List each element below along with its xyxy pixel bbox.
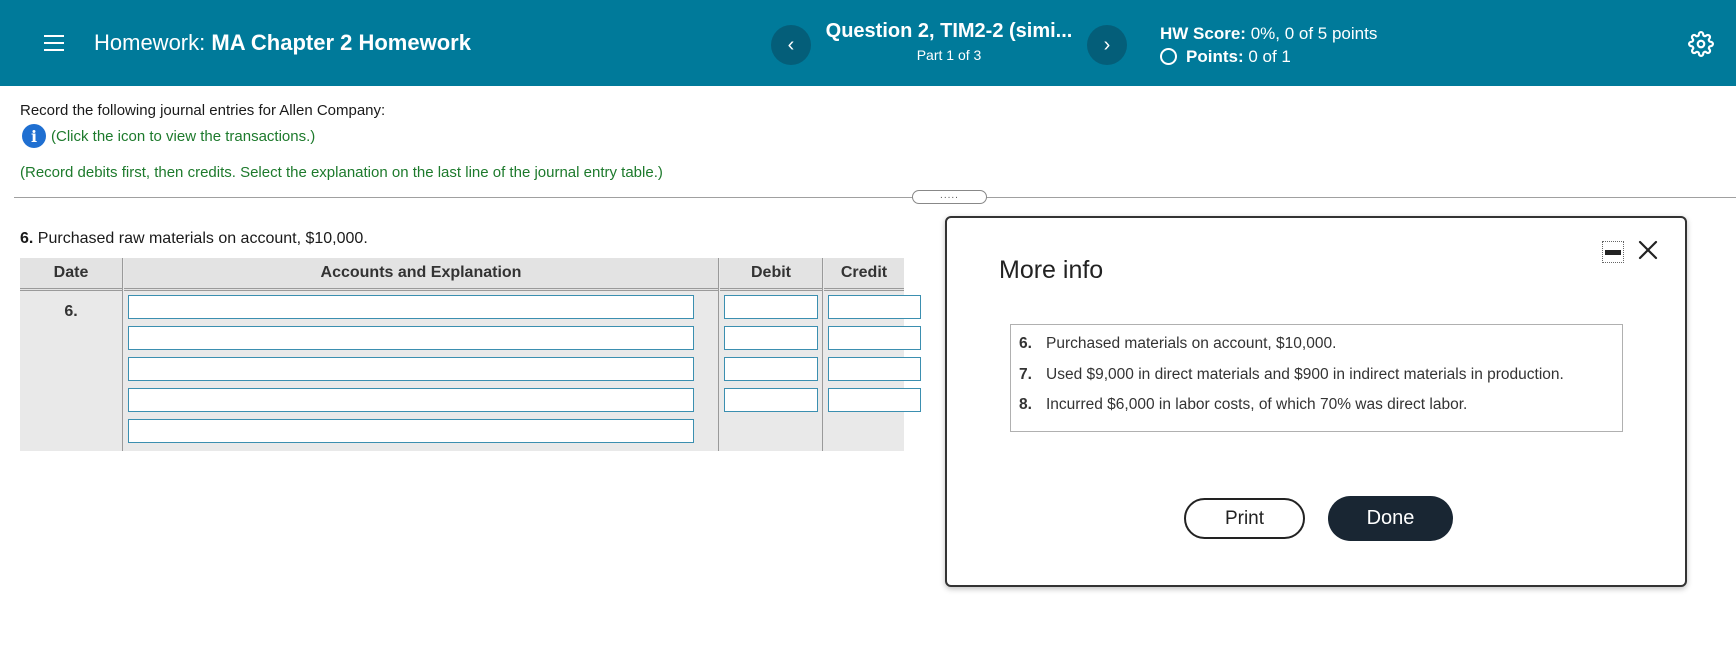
- date-column: Date 6.: [20, 258, 122, 451]
- score-panel: HW Score: 0%, 0 of 5 points Points: 0 of…: [1160, 22, 1377, 68]
- account-input-1[interactable]: [128, 295, 694, 319]
- info-link-row: i (Click the icon to view the transactio…: [22, 124, 315, 148]
- transaction-item: 7. Used $9,000 in direct materials and $9…: [1019, 366, 1564, 384]
- date-header: Date: [20, 258, 122, 291]
- info-icon[interactable]: i: [22, 124, 46, 148]
- transaction-text: Purchased materials on account, $10,000.: [1046, 335, 1337, 352]
- journal-entry-table: Date 6. Accounts and Explanation Debit C…: [20, 258, 921, 451]
- credit-input-2[interactable]: [828, 326, 921, 350]
- transaction-text: Incurred $6,000 in labor costs, of which…: [1046, 396, 1468, 413]
- homework-name: MA Chapter 2 Homework: [211, 30, 471, 55]
- credit-input-1[interactable]: [828, 295, 921, 319]
- done-button[interactable]: Done: [1328, 496, 1453, 541]
- date-cell: 6.: [64, 303, 78, 320]
- debit-input-2[interactable]: [724, 326, 818, 350]
- homework-title: Homework: MA Chapter 2 Homework: [94, 30, 471, 56]
- next-question-button[interactable]: ›: [1087, 25, 1127, 65]
- instructions-intro: Record the following journal entries for…: [20, 102, 386, 119]
- resize-handle[interactable]: .....: [912, 190, 987, 204]
- transactions-list: 6. Purchased materials on account, $10,00…: [1010, 324, 1623, 432]
- previous-question-button[interactable]: ‹: [771, 25, 811, 65]
- question-text: 6. Purchased raw materials on account, $…: [20, 230, 368, 248]
- account-input-2[interactable]: [128, 326, 694, 350]
- accounts-cell-body: [124, 291, 718, 451]
- divider: [14, 197, 1736, 198]
- points-status-icon: [1160, 48, 1177, 65]
- debit-column: Debit: [720, 258, 822, 451]
- debit-input-3[interactable]: [724, 357, 818, 381]
- print-button[interactable]: Print: [1184, 498, 1305, 539]
- transaction-number: 7.: [1019, 366, 1032, 383]
- explanation-input[interactable]: [128, 419, 694, 443]
- dialog-title: More info: [999, 256, 1104, 284]
- credit-header: Credit: [824, 258, 904, 291]
- hw-score: HW Score: 0%, 0 of 5 points: [1160, 22, 1377, 45]
- credit-input-3[interactable]: [828, 357, 921, 381]
- debit-header: Debit: [720, 258, 822, 291]
- hw-score-value: 0%, 0 of 5 points: [1250, 24, 1378, 43]
- credit-input-4[interactable]: [828, 388, 921, 412]
- record-note: (Record debits first, then credits. Sele…: [20, 164, 663, 181]
- transaction-number: 8.: [1019, 396, 1032, 413]
- hw-score-label: HW Score:: [1160, 24, 1246, 43]
- question-description: Purchased raw materials on account, $10,…: [37, 230, 368, 247]
- question-title: Question 2, TIM2-2 (simi...: [825, 20, 1073, 42]
- transaction-text: Used $9,000 in direct materials and $900…: [1046, 366, 1564, 383]
- accounts-column: Accounts and Explanation: [124, 258, 718, 451]
- debit-input-4[interactable]: [724, 388, 818, 412]
- points-label: Points:: [1186, 47, 1244, 66]
- account-input-4[interactable]: [128, 388, 694, 412]
- question-number: 6.: [20, 230, 34, 247]
- homework-label: Homework:: [94, 30, 206, 55]
- more-info-dialog: More info 6. Purchased materials on accou…: [945, 216, 1687, 587]
- transaction-item: 8. Incurred $6,000 in labor costs, of whi…: [1019, 396, 1467, 414]
- points: Points: 0 of 1: [1160, 45, 1377, 68]
- question-part: Part 1 of 3: [916, 47, 982, 63]
- points-value: 0 of 1: [1248, 47, 1291, 66]
- debit-cell-body: [720, 291, 822, 451]
- hamburger-menu-icon[interactable]: [44, 28, 70, 58]
- account-input-3[interactable]: [128, 357, 694, 381]
- minimize-icon[interactable]: [1602, 241, 1624, 263]
- debit-input-1[interactable]: [724, 295, 818, 319]
- question-info: Question 2, TIM2-2 (simi... Part 1 of 3: [820, 20, 1078, 63]
- transaction-item: 6. Purchased materials on account, $10,00…: [1019, 335, 1336, 353]
- accounts-header: Accounts and Explanation: [124, 258, 718, 291]
- credit-column: Credit: [824, 258, 921, 451]
- date-cell-body: 6.: [20, 291, 122, 451]
- transaction-number: 6.: [1019, 335, 1032, 352]
- info-link-text[interactable]: (Click the icon to view the transactions…: [51, 128, 315, 145]
- close-icon[interactable]: [1634, 236, 1662, 264]
- gear-icon[interactable]: [1688, 31, 1714, 57]
- credit-cell-body: [824, 291, 921, 451]
- app-header: Homework: MA Chapter 2 Homework ‹ Questi…: [0, 0, 1736, 86]
